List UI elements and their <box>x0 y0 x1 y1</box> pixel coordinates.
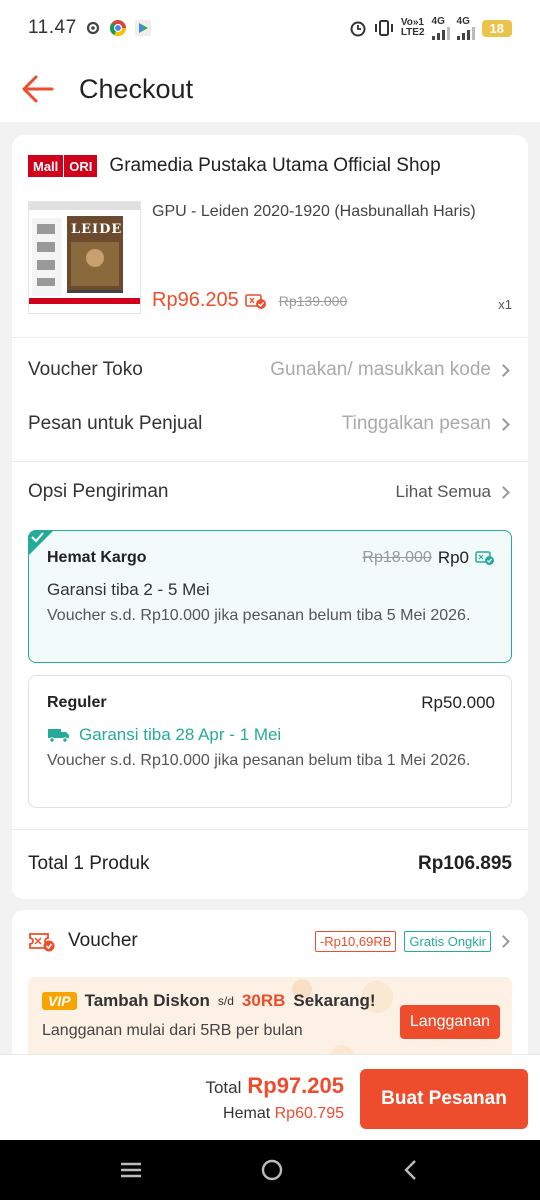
place-order-button[interactable]: Buat Pesanan <box>360 1069 528 1129</box>
option-guarantee: Garansi tiba 28 Apr - 1 Mei <box>79 725 282 744</box>
vip-headline: VIP Tambah Diskon s/d 30RB Sekarang! <box>42 991 376 1011</box>
discount-ticket-icon <box>244 293 266 309</box>
cover-title: LEIDEN <box>71 222 136 237</box>
chrome-icon <box>109 20 126 37</box>
vip-badge: VIP <box>42 992 77 1010</box>
total-products-value: Rp106.895 <box>417 853 512 874</box>
free-shipping-voucher-icon <box>475 551 494 565</box>
pesan-penjual-placeholder: Tinggalkan pesan <box>341 413 491 434</box>
back-button[interactable] <box>0 56 74 122</box>
vibrate-icon <box>374 20 393 36</box>
voucher-row[interactable]: Voucher -Rp10,69RB Gratis Ongkir <box>28 930 512 952</box>
price-row: Rp96.205 Rp139.000 <box>152 289 347 312</box>
page-title: Checkout <box>79 73 194 104</box>
option-guarantee: Garansi tiba 2 - 5 Mei <box>47 580 210 599</box>
voucher-toko-value: Gunakan/ masukkan kode <box>270 359 491 380</box>
product-price: Rp96.205 <box>152 289 239 311</box>
product-old-price: Rp139.000 <box>278 292 348 309</box>
recent-apps-icon[interactable] <box>119 1160 143 1180</box>
chevron-right-icon <box>497 417 510 431</box>
bottom-total: Total Rp97.205 <box>205 1073 344 1099</box>
status-right: Vo»1 LTE2 4G 4G 18 <box>349 16 512 40</box>
savings-label: Hemat <box>223 1105 271 1122</box>
option-old-price: Rp18.000 <box>362 549 432 566</box>
vip-subtitle: Langganan mulai dari 5RB per bulan <box>42 1022 303 1039</box>
header: Checkout <box>0 56 540 122</box>
option-voucher-info: Voucher s.d. Rp10.000 jika pesanan belum… <box>47 607 471 624</box>
order-card: Mall ORI Gramedia Pustaka Utama Official… <box>12 135 528 899</box>
product-image: LEIDEN <box>28 201 141 314</box>
status-left: 11.47 <box>28 17 151 39</box>
free-shipping-tag: Gratis Ongkir <box>404 930 491 952</box>
voucher-toko-label: Voucher Toko <box>28 359 143 380</box>
shop-header[interactable]: Mall ORI Gramedia Pustaka Utama Official… <box>28 155 441 177</box>
system-nav-bar <box>0 1140 540 1200</box>
product-quantity: x1 <box>498 297 512 312</box>
option-name: Hemat Kargo <box>47 549 147 566</box>
pesan-penjual-row[interactable]: Pesan untuk Penjual Tinggalkan pesan <box>28 413 512 435</box>
savings-value: Rp60.795 <box>274 1105 344 1122</box>
voucher-label: Voucher <box>68 930 138 951</box>
battery-indicator: 18 <box>481 19 512 37</box>
mall-ori-badge: Mall ORI <box>28 155 98 177</box>
bottom-total-label: Total <box>205 1078 242 1097</box>
signal-bars-icon <box>431 26 450 40</box>
alarm-icon <box>350 21 366 37</box>
chevron-right-icon <box>497 363 510 377</box>
bottom-total-value: Rp97.205 <box>247 1073 344 1098</box>
signal-1: 4G <box>431 16 450 40</box>
option-price: Rp50.000 <box>421 693 495 712</box>
total-products-label: Total 1 Produk <box>28 853 150 874</box>
chevron-right-icon <box>497 934 510 948</box>
option-voucher-info: Voucher s.d. Rp10.000 jika pesanan belum… <box>47 752 471 769</box>
check-icon <box>31 532 44 543</box>
divider <box>12 337 528 338</box>
pesan-penjual-label: Pesan untuk Penjual <box>28 413 203 434</box>
back-arrow-icon <box>22 75 54 103</box>
product-name: GPU - Leiden 2020-1920 (Hasbunallah Hari… <box>152 203 476 220</box>
settings-icon <box>86 21 99 35</box>
see-all-link: Lihat Semua <box>395 482 491 501</box>
option-price: Rp0 <box>437 548 469 567</box>
divider <box>12 829 528 830</box>
signal-bars-icon <box>456 26 475 40</box>
bottom-savings: Hemat Rp60.795 <box>223 1105 344 1123</box>
chevron-right-icon <box>497 485 510 499</box>
shipping-option-reguler[interactable]: Reguler Rp50.000 Garansi tiba 28 Apr - 1… <box>28 675 512 808</box>
discount-tag: -Rp10,69RB <box>314 930 397 952</box>
voucher-toko-row[interactable]: Voucher Toko Gunakan/ masukkan kode <box>28 359 512 381</box>
shipping-options-row[interactable]: Opsi Pengiriman Lihat Semua <box>28 481 512 503</box>
option-name: Reguler <box>47 694 107 711</box>
divider <box>12 461 528 462</box>
subscribe-button[interactable]: Langganan <box>399 1005 500 1039</box>
delivery-truck-icon <box>48 729 69 743</box>
voucher-card: Voucher -Rp10,69RB Gratis Ongkir VIP Tam… <box>12 910 528 1070</box>
play-store-icon <box>134 20 151 36</box>
clock: 11.47 <box>28 17 77 38</box>
back-icon[interactable] <box>401 1158 421 1182</box>
shop-name: Gramedia Pustaka Utama Official Shop <box>109 155 441 176</box>
home-icon[interactable] <box>260 1158 284 1182</box>
network-label: Vo»1 LTE2 <box>400 17 425 38</box>
total-products-row: Total 1 Produk Rp106.895 <box>28 853 512 875</box>
status-bar: 11.47 Vo»1 LTE2 4G 4G 18 <box>0 0 540 56</box>
shipping-options-label: Opsi Pengiriman <box>28 481 169 502</box>
voucher-ticket-icon <box>29 933 55 952</box>
checkout-bar: Total Rp97.205 Hemat Rp60.795 Buat Pesan… <box>0 1054 540 1140</box>
shipping-option-hemat-kargo[interactable]: Hemat Kargo Rp18.000 Rp0 Garansi tiba 2 … <box>28 530 512 663</box>
signal-2: 4G <box>456 16 475 40</box>
